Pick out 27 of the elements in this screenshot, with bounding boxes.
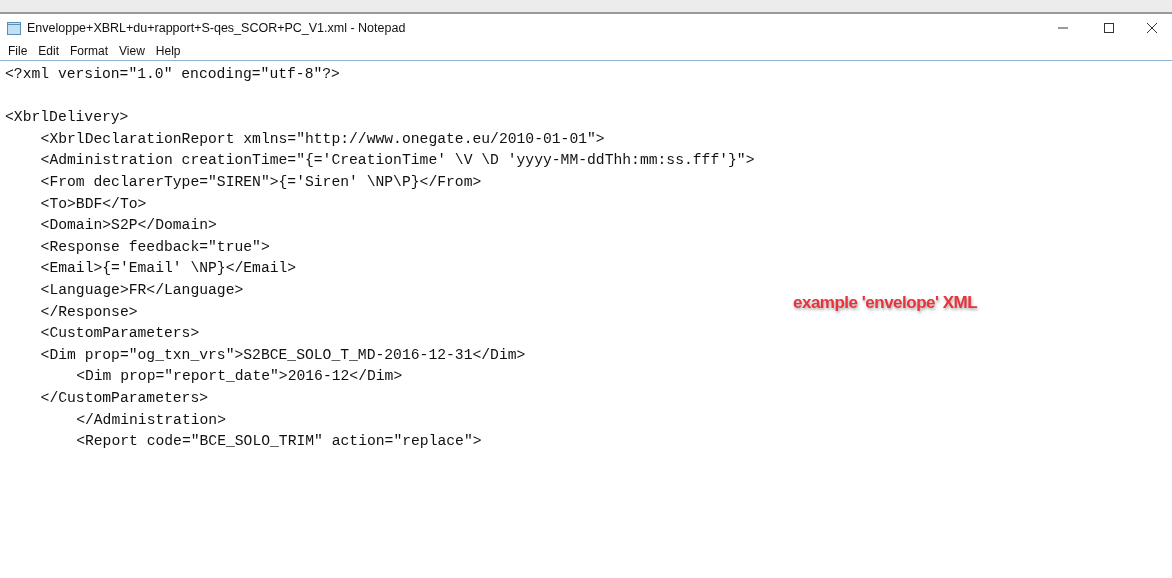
maximize-icon bbox=[1104, 23, 1114, 33]
code-line: <Report code="BCE_SOLO_TRIM" action="replace"> bbox=[75, 433, 482, 450]
menu-item[interactable]: Format bbox=[66, 42, 113, 60]
menu-item[interactable]: View bbox=[115, 42, 149, 60]
code-line: <To>BDF</To> bbox=[39, 195, 147, 212]
code-line: <CustomParameters> bbox=[39, 325, 200, 342]
code-line: <From declarerType="SIREN">{='Siren' \NP\P}</From> bbox=[39, 173, 482, 190]
code-line: <Language>FR</Language> bbox=[39, 281, 244, 298]
code-line: <XbrlDeclarationReport xmlns="http://www.onegate.eu/2010-01-01"> bbox=[39, 130, 605, 147]
code-line: </CustomParameters> bbox=[39, 389, 209, 406]
window-title: Enveloppe+XBRL+du+rapport+S-qes_SCOR+PC_V1.xml - Notepad bbox=[27, 19, 406, 37]
menu-item[interactable]: Help bbox=[151, 42, 185, 60]
code-line: <Response feedback="true"> bbox=[39, 238, 270, 255]
code-line: </Administration> bbox=[75, 411, 226, 428]
annotation-label: example 'envelope' XML bbox=[793, 292, 978, 314]
menu-item[interactable]: Edit bbox=[34, 42, 64, 60]
code-line: <Dim prop="report_date">2016-12</Dim> bbox=[75, 368, 403, 385]
notepad-icon bbox=[6, 20, 22, 36]
code-line: <Domain>S2P</Domain> bbox=[39, 217, 217, 234]
code-line: <XbrlDelivery> bbox=[5, 109, 129, 126]
menu-item[interactable]: File bbox=[4, 42, 32, 60]
close-icon bbox=[1147, 23, 1157, 33]
code-line: <Dim prop="og_txn_vrs">S2BCE_SOLO_T_MD-2016-12-31</Dim> bbox=[39, 346, 526, 363]
code-line: <Administration creationTime="{='CreationTime' \V \D 'yyyy-MM-ddThh:mm:ss.fff'}"> bbox=[39, 152, 755, 169]
code-line: <?xml version="1.0" encoding="utf-8"?> bbox=[5, 66, 340, 82]
code-line: <Email>{='Email' \NP}</Email> bbox=[39, 260, 297, 277]
code-line: </Response> bbox=[39, 303, 138, 320]
